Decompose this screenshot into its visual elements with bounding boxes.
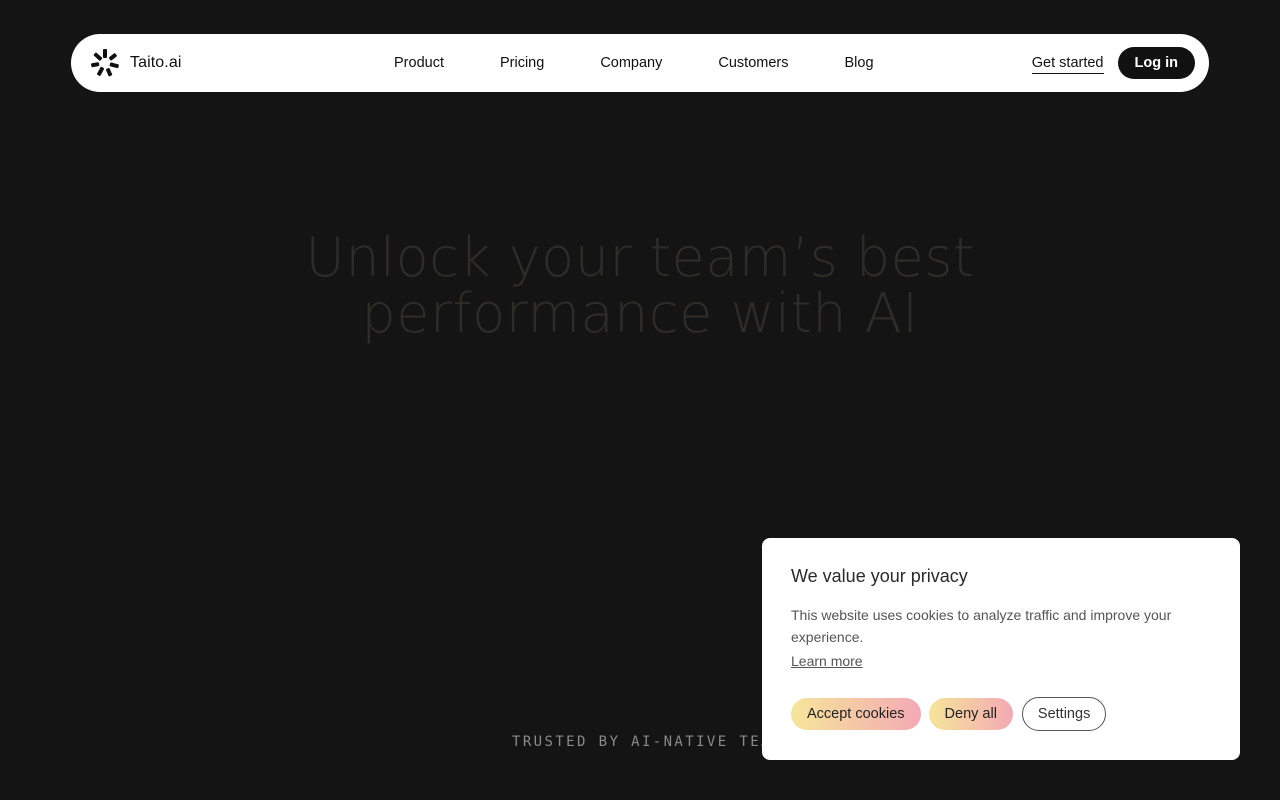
trusted-by-label: TRUSTED BY AI-NATIVE TEAMS bbox=[512, 734, 794, 750]
nav-link-customers[interactable]: Customers bbox=[718, 55, 788, 71]
deny-all-button[interactable]: Deny all bbox=[928, 698, 1013, 730]
cookie-actions: Accept cookies Deny all Settings bbox=[791, 697, 1107, 731]
cookie-description: This website uses cookies to analyze tra… bbox=[791, 607, 1172, 645]
nav-link-pricing[interactable]: Pricing bbox=[500, 55, 544, 71]
accept-cookies-button[interactable]: Accept cookies bbox=[791, 698, 921, 730]
login-button[interactable]: Log in bbox=[1117, 47, 1195, 79]
brand-logo-link[interactable]: Taito.ai bbox=[89, 47, 182, 79]
top-navbar: Taito.ai Product Pricing Company Custome… bbox=[71, 34, 1209, 92]
brand-name: Taito.ai bbox=[130, 54, 182, 71]
nav-link-blog[interactable]: Blog bbox=[844, 55, 873, 71]
learn-more-link[interactable]: Learn more bbox=[791, 653, 863, 669]
main-nav: Product Pricing Company Customers Blog bbox=[394, 34, 874, 92]
cookie-consent-banner: We value your privacy This website uses … bbox=[762, 538, 1240, 760]
sparkle-burst-icon bbox=[91, 49, 119, 77]
hero-headline-line-2: performance with AI bbox=[361, 282, 919, 345]
nav-actions: Get started Log in bbox=[1031, 47, 1195, 79]
nav-link-product[interactable]: Product bbox=[394, 55, 444, 71]
hero-headline-line-1: Unlock your team’s best bbox=[305, 226, 975, 289]
hero-headline: Unlock your team’s best performance with… bbox=[0, 230, 1280, 342]
nav-link-company[interactable]: Company bbox=[600, 55, 662, 71]
cookie-title: We value your privacy bbox=[791, 566, 968, 586]
page: Taito.ai Product Pricing Company Custome… bbox=[0, 0, 1280, 800]
get-started-link[interactable]: Get started bbox=[1031, 55, 1104, 74]
cookie-settings-button[interactable]: Settings bbox=[1021, 697, 1107, 731]
